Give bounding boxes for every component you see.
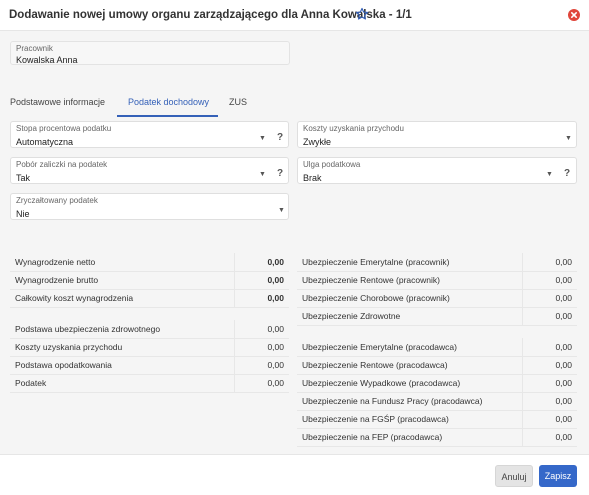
row-value: 0,00 [521, 428, 577, 447]
dialog-title: Dodawanie nowej umowy organu zarządzając… [9, 9, 412, 21]
row-value: 0,00 [521, 271, 577, 290]
help-icon[interactable]: ? [277, 132, 283, 143]
tab-zus[interactable]: ZUS [229, 97, 247, 107]
row-label: Ubezpieczenie na Fundusz Pracy (pracodaw… [297, 392, 522, 411]
table-row: Wynagrodzenie brutto 0,00 [10, 271, 289, 290]
table-row: Całkowity koszt wynagrodzenia 0,00 [10, 289, 289, 308]
row-label: Ubezpieczenie Rentowe (pracownik) [297, 271, 522, 290]
tax-rate-value: Automatyczna [16, 137, 74, 147]
tab-bar: Podstawowe informacje Podatek dochodowy … [0, 89, 589, 116]
row-value: 0,00 [233, 253, 289, 272]
table-row: Koszty uzyskania przychodu 0,00 [10, 338, 289, 357]
costs-select[interactable]: Koszty uzyskania przychodu Zwykłe ▼ [297, 121, 577, 148]
dialog-footer: Anuluj Zapisz [0, 454, 589, 495]
row-value: 0,00 [521, 338, 577, 357]
table-row: Ubezpieczenie Emerytalne (pracodawca) 0,0… [297, 338, 577, 357]
employer-insurance-table: Ubezpieczenie Emerytalne (pracodawca) 0,0… [297, 338, 577, 447]
tax-base-table: Podstawa ubezpieczenia zdrowotnego 0,00 K… [10, 320, 289, 393]
table-row: Ubezpieczenie Rentowe (pracodawca) 0,00 [297, 356, 577, 375]
row-value: 0,00 [233, 338, 289, 357]
table-row: Ubezpieczenie na Fundusz Pracy (pracodaw… [297, 392, 577, 411]
employee-field: Pracownik Kowalska Anna [10, 41, 290, 65]
tab-basic-info[interactable]: Podstawowe informacje [10, 97, 105, 107]
costs-label: Koszty uzyskania przychodu [303, 124, 404, 133]
row-value: 0,00 [233, 320, 289, 339]
row-label: Ubezpieczenie Chorobowe (pracownik) [297, 289, 522, 308]
cancel-button[interactable]: Anuluj [495, 465, 533, 487]
row-label: Ubezpieczenie na FEP (pracodawca) [297, 428, 522, 447]
row-value: 0,00 [521, 307, 577, 326]
active-tab-indicator [117, 115, 218, 117]
chevron-down-icon: ▼ [259, 135, 266, 142]
row-label: Całkowity koszt wynagrodzenia [10, 289, 234, 308]
tax-rate-label: Stopa procentowa podatku [16, 124, 112, 133]
row-label: Ubezpieczenie Emerytalne (pracownik) [297, 253, 522, 272]
row-value: 0,00 [233, 374, 289, 393]
table-row: Ubezpieczenie na FEP (pracodawca) 0,00 [297, 428, 577, 447]
row-label: Ubezpieczenie Rentowe (pracodawca) [297, 356, 522, 375]
row-label: Wynagrodzenie netto [10, 253, 234, 272]
row-value: 0,00 [233, 289, 289, 308]
chevron-down-icon: ▼ [546, 171, 553, 178]
row-label: Wynagrodzenie brutto [10, 271, 234, 290]
row-value: 0,00 [521, 410, 577, 429]
relief-value: Brak [303, 173, 322, 183]
table-row: Podstawa opodatkowania 0,00 [10, 356, 289, 375]
salary-summary-table: Wynagrodzenie netto 0,00 Wynagrodzenie br… [10, 253, 289, 308]
table-row: Ubezpieczenie na FGŚP (pracodawca) 0,00 [297, 410, 577, 429]
star-icon[interactable] [355, 7, 369, 23]
chevron-down-icon: ▼ [278, 207, 285, 214]
advance-select[interactable]: Pobór zaliczki na podatek Tak ▼ ? [10, 157, 289, 184]
advance-value: Tak [16, 173, 31, 183]
relief-select[interactable]: Ulga podatkowa Brak ▼ ? [297, 157, 577, 184]
row-value: 0,00 [521, 356, 577, 375]
table-row: Podatek 0,00 [10, 374, 289, 393]
tab-income-tax[interactable]: Podatek dochodowy [128, 97, 209, 107]
row-label: Podstawa opodatkowania [10, 356, 234, 375]
row-label: Podstawa ubezpieczenia zdrowotnego [10, 320, 234, 339]
employee-label: Pracownik [16, 44, 53, 53]
row-label: Ubezpieczenie Wypadkowe (pracodawca) [297, 374, 522, 393]
row-label: Koszty uzyskania przychodu [10, 338, 234, 357]
dialog-header: Dodawanie nowej umowy organu zarządzając… [0, 0, 589, 31]
row-value: 0,00 [521, 289, 577, 308]
save-button[interactable]: Zapisz [539, 465, 577, 487]
costs-value: Zwykłe [303, 137, 332, 147]
employee-insurance-table: Ubezpieczenie Emerytalne (pracownik) 0,00… [297, 253, 577, 326]
flat-tax-label: Zryczałtowany podatek [16, 196, 98, 205]
table-row: Ubezpieczenie Chorobowe (pracownik) 0,00 [297, 289, 577, 308]
table-row: Ubezpieczenie Zdrowotne 0,00 [297, 307, 577, 326]
tax-rate-select[interactable]: Stopa procentowa podatku Automatyczna ▼ … [10, 121, 289, 148]
row-value: 0,00 [233, 271, 289, 290]
table-row: Ubezpieczenie Emerytalne (pracownik) 0,00 [297, 253, 577, 272]
row-label: Podatek [10, 374, 234, 393]
employee-value: Kowalska Anna [16, 55, 78, 65]
dialog-body: Pracownik Kowalska Anna Podstawowe infor… [0, 31, 589, 454]
table-row: Wynagrodzenie netto 0,00 [10, 253, 289, 272]
row-value: 0,00 [233, 356, 289, 375]
flat-tax-select[interactable]: Zryczałtowany podatek Nie ▼ [10, 193, 289, 220]
row-value: 0,00 [521, 253, 577, 272]
chevron-down-icon: ▼ [259, 171, 266, 178]
row-value: 0,00 [521, 392, 577, 411]
row-value: 0,00 [521, 374, 577, 393]
close-icon[interactable] [568, 9, 580, 23]
relief-label: Ulga podatkowa [303, 160, 361, 169]
flat-tax-value: Nie [16, 209, 30, 219]
row-label: Ubezpieczenie Emerytalne (pracodawca) [297, 338, 522, 357]
advance-label: Pobór zaliczki na podatek [16, 160, 108, 169]
help-icon[interactable]: ? [564, 168, 570, 179]
help-icon[interactable]: ? [277, 168, 283, 179]
table-row: Ubezpieczenie Rentowe (pracownik) 0,00 [297, 271, 577, 290]
chevron-down-icon: ▼ [565, 135, 572, 142]
table-row: Ubezpieczenie Wypadkowe (pracodawca) 0,00 [297, 374, 577, 393]
row-label: Ubezpieczenie Zdrowotne [297, 307, 522, 326]
row-label: Ubezpieczenie na FGŚP (pracodawca) [297, 410, 522, 429]
table-row: Podstawa ubezpieczenia zdrowotnego 0,00 [10, 320, 289, 339]
